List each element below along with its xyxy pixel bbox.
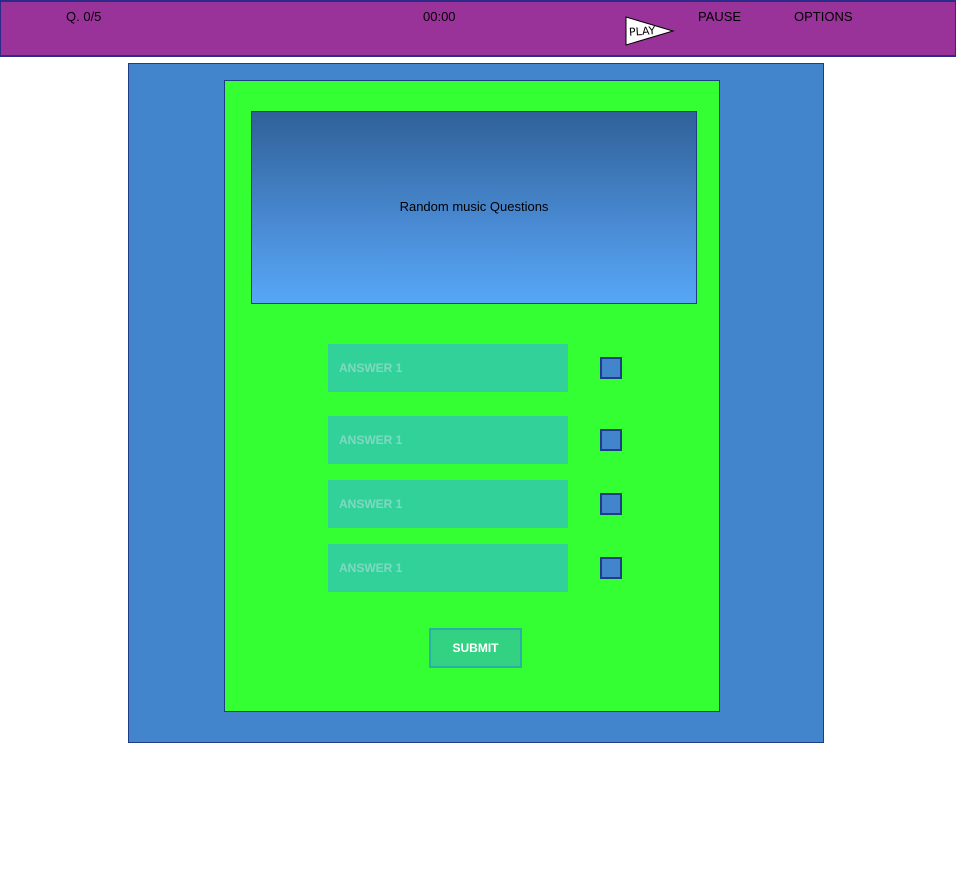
pause-button[interactable]: PAUSE (698, 2, 741, 55)
play-label: PLAY (628, 24, 656, 39)
answer-checkbox-2[interactable] (600, 429, 622, 451)
top-toolbar: Q. 0/5 00:00 PLAY PAUSE OPTIONS (0, 0, 956, 57)
options-button[interactable]: OPTIONS (794, 2, 853, 55)
submit-button[interactable]: SUBMIT (429, 628, 522, 668)
answer-input-3[interactable] (328, 480, 568, 528)
question-counter: Q. 0/5 (66, 9, 102, 24)
timer-display: 00:00 (423, 9, 456, 24)
answer-checkbox-4[interactable] (600, 557, 622, 579)
answer-checkbox-3[interactable] (600, 493, 622, 515)
answer-checkbox-1[interactable] (600, 357, 622, 379)
play-button[interactable]: PLAY (625, 16, 677, 46)
question-box: Random music Questions (251, 111, 697, 304)
question-text: Random music Questions (399, 199, 549, 214)
answer-input-2[interactable] (328, 416, 568, 464)
answer-input-4[interactable] (328, 544, 568, 592)
answer-input-1[interactable] (328, 344, 568, 392)
